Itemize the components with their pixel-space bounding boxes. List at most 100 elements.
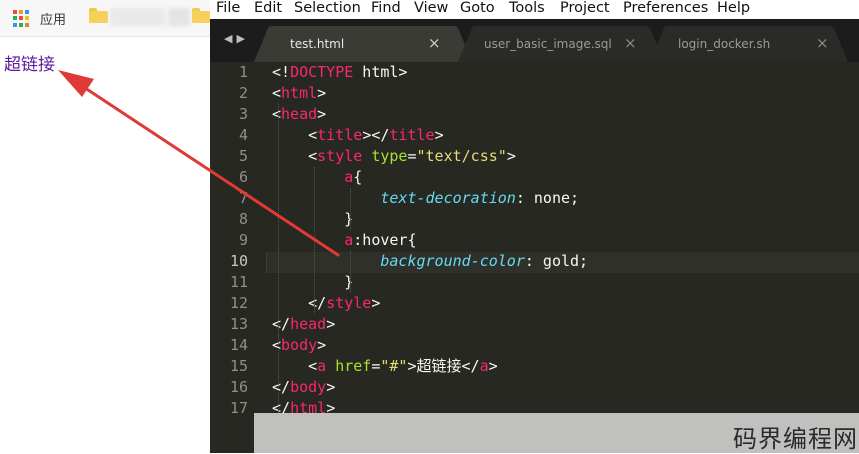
- tab-test-html[interactable]: test.html ×: [254, 26, 472, 62]
- tab-login-docker-sh[interactable]: login_docker.sh ×: [650, 26, 848, 62]
- bookmarks-bar: 应用: [0, 0, 210, 37]
- menu-bar: File Edit Selection Find View Goto Tools…: [210, 0, 859, 19]
- close-icon[interactable]: ×: [428, 34, 441, 52]
- line-number-gutter: 1 2 3 4 5 6 7 8 9 10 11 12 13 14 15 16 17: [210, 62, 266, 453]
- code-line: <body>: [272, 335, 326, 356]
- code-token: "text/css": [416, 147, 507, 165]
- menu-help[interactable]: Help: [717, 0, 750, 17]
- apps-grid-icon[interactable]: [13, 10, 30, 27]
- code-token: title: [317, 126, 363, 144]
- line-number: 3: [238, 105, 248, 123]
- code-token: text-decoration: [380, 189, 516, 207]
- tab-label: login_docker.sh: [678, 37, 771, 51]
- code-token: : none;: [515, 189, 580, 207]
- code-token: =: [407, 147, 417, 165]
- code-line: <html>: [272, 83, 326, 104]
- code-line: }: [272, 209, 353, 230]
- menu-goto[interactable]: Goto: [460, 0, 495, 17]
- code-token: <: [272, 84, 282, 102]
- code-line: <head>: [272, 104, 326, 125]
- bookmark-folder-icon[interactable]: [192, 8, 210, 23]
- code-token: <: [272, 105, 282, 123]
- menu-find[interactable]: Find: [371, 0, 401, 17]
- code-line: <style type="text/css">: [272, 146, 516, 167]
- tab-nav-arrows-icon[interactable]: ◀▶: [224, 32, 249, 45]
- menu-file[interactable]: File: [216, 0, 240, 17]
- line-number: 13: [229, 315, 248, 333]
- code-line: a:hover{: [272, 230, 417, 251]
- line-number: 10: [229, 252, 248, 270]
- code-token: style: [317, 147, 363, 165]
- code-token: }: [272, 210, 354, 228]
- code-token: body: [281, 336, 318, 354]
- code-token: </: [272, 378, 291, 396]
- menu-selection[interactable]: Selection: [294, 0, 361, 17]
- line-number: 9: [238, 231, 248, 249]
- indent-guide: [278, 335, 279, 419]
- hyperlink[interactable]: 超链接: [4, 50, 55, 75]
- code-token: head: [281, 105, 318, 123]
- bookmark-folder-icon[interactable]: [89, 8, 108, 23]
- code-token: >: [326, 315, 336, 333]
- code-token: "#": [380, 357, 408, 375]
- code-line: }: [272, 272, 353, 293]
- code-token: :hover{: [353, 231, 417, 249]
- code-token: style: [326, 294, 372, 312]
- menu-tools[interactable]: Tools: [509, 0, 545, 17]
- blurred-bookmark: [110, 8, 165, 26]
- code-token: DOCTYPE: [290, 63, 354, 81]
- code-line: </style>: [272, 293, 380, 314]
- blurred-bookmark: [168, 8, 190, 26]
- code-token: html: [281, 84, 318, 102]
- code-line: background-color: gold;: [272, 251, 588, 272]
- code-token: a: [317, 357, 327, 375]
- code-token: >: [488, 357, 498, 375]
- code-token: <!: [272, 63, 291, 81]
- code-area[interactable]: 1 2 3 4 5 6 7 8 9 10 11 12 13 14 15 16 17 <!DOCTYPE html…: [210, 62, 859, 453]
- code-line: <!DOCTYPE html>: [272, 62, 407, 83]
- line-number: 17: [229, 399, 248, 417]
- line-number: 6: [238, 168, 248, 186]
- code-token: >: [434, 126, 444, 144]
- code-token: </: [272, 294, 327, 312]
- line-number: 2: [238, 84, 248, 102]
- code-token: href: [335, 357, 372, 375]
- menu-project[interactable]: Project: [560, 0, 610, 17]
- code-token: ></: [362, 126, 390, 144]
- indent-guide: [314, 167, 316, 314]
- line-number: 5: [238, 147, 248, 165]
- code-token: >: [326, 378, 336, 396]
- line-number: 11: [229, 273, 248, 291]
- indent-guide: [350, 188, 352, 230]
- code-token: head: [290, 315, 327, 333]
- line-number: 16: [229, 378, 248, 396]
- code-line: </head>: [272, 314, 335, 335]
- code-token: : gold;: [524, 252, 589, 270]
- code-line: </body>: [272, 377, 335, 398]
- code-token: >: [506, 147, 516, 165]
- code-token: <: [272, 336, 282, 354]
- code-token: }: [272, 273, 354, 291]
- apps-bookmark-label[interactable]: 应用: [40, 9, 66, 28]
- code-token: {: [353, 168, 363, 186]
- code-line: text-decoration: none;: [272, 188, 579, 209]
- tab-user-basic-image-sql[interactable]: user_basic_image.sql ×: [458, 26, 664, 62]
- code-token: >: [317, 105, 327, 123]
- close-icon[interactable]: ×: [816, 34, 829, 52]
- menu-preferences[interactable]: Preferences: [623, 0, 708, 17]
- code-token: </: [272, 315, 291, 333]
- menu-edit[interactable]: Edit: [254, 0, 282, 17]
- code-token: html>: [353, 63, 408, 81]
- close-icon[interactable]: ×: [624, 34, 637, 52]
- line-number: 4: [238, 126, 248, 144]
- code-token: type: [371, 147, 408, 165]
- watermark-text: 码界编程网: [733, 425, 858, 453]
- menu-view[interactable]: View: [414, 0, 448, 17]
- code-token: >: [317, 84, 327, 102]
- line-number: 14: [229, 336, 248, 354]
